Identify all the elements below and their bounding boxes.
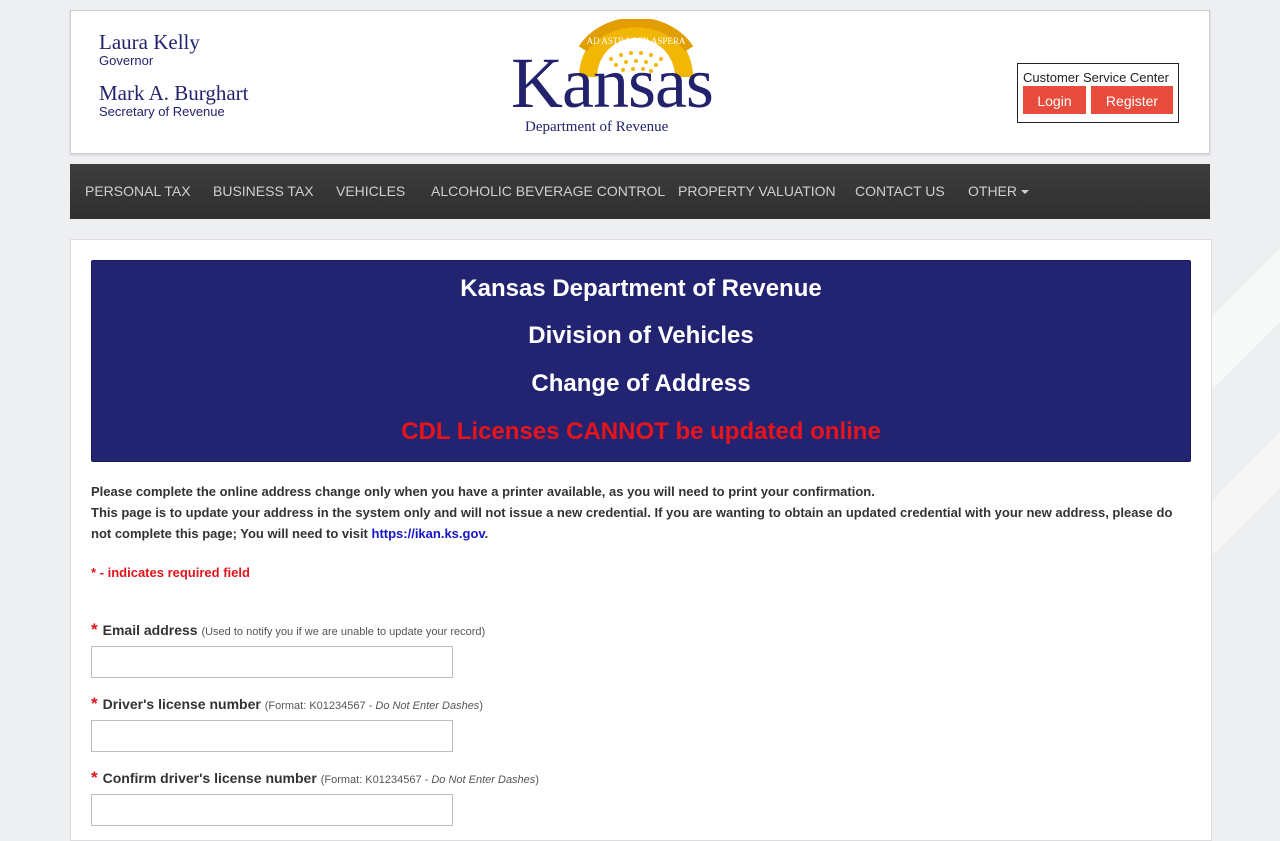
confirm-license-number-field[interactable] [91,794,453,826]
nav-item-vehicles[interactable]: VEHICLES [336,164,405,219]
required-star: * [91,768,98,787]
intro-printer-note: Please complete the online address chang… [91,484,875,499]
main-content: Kansas Department of Revenue Division of… [70,239,1212,841]
main-nav: PERSONAL TAX BUSINESS TAX VEHICLES ALCOH… [70,164,1210,219]
customer-service-box: Customer Service Center Login Register [1017,63,1179,123]
confirm-license-label: * Confirm driver's license number (Format… [91,768,539,788]
logo-department: Department of Revenue [525,119,669,135]
site-header: Laura Kelly Governor Mark A. Burghart Se… [70,10,1210,154]
confirm-license-label-text: Confirm driver's license number [102,770,317,786]
intro-credential-text: This page is to update your address in t… [91,505,1173,541]
email-label-text: Email address [102,622,198,638]
logo-wordmark: Kansas [511,43,714,123]
license-label-text: Driver's license number [102,696,261,712]
nav-item-contact-us[interactable]: CONTACT US [855,164,945,219]
secretary-title: Secretary of Revenue [99,104,225,119]
governor-title: Governor [99,53,154,68]
license-hint: (Format: K01234567 - Do Not Enter Dashes… [264,700,483,712]
license-label: * Driver's license number (Format: K01234… [91,694,483,714]
intro-text: Please complete the online address chang… [91,481,1181,544]
register-button[interactable]: Register [1091,86,1173,114]
email-hint: (Used to notify you if we are unable to … [201,626,486,638]
nav-item-alcoholic-beverage-control[interactable]: ALCOHOLIC BEVERAGE CONTROL [431,164,665,219]
nav-item-other[interactable]: OTHER [968,164,1029,219]
ikan-link[interactable]: https://ikan.ks.gov [372,526,485,541]
nav-item-property-valuation[interactable]: PROPERTY VALUATION [678,164,836,219]
kansas-dor-logo[interactable]: AD ASTRA PER ASPERA Kansas Department of… [509,19,714,141]
secretary-name: Mark A. Burghart [99,81,249,105]
caret-down-icon [1021,190,1029,195]
email-label: * Email address (Used to notify you if we… [91,620,485,640]
confirm-license-hint: (Format: K01234567 - Do Not Enter Dashes… [320,774,539,786]
page-banner: Kansas Department of Revenue Division of… [91,260,1191,462]
intro-credential-note: This page is to update your address in t… [91,502,1181,544]
license-number-field[interactable] [91,720,453,752]
login-button[interactable]: Login [1023,86,1086,114]
required-field-note: * - indicates required field [91,565,250,580]
intro-credential-end: . [484,526,489,541]
required-star: * [91,694,98,713]
customer-service-label: Customer Service Center [1023,70,1169,85]
nav-item-personal-tax[interactable]: PERSONAL TAX [85,164,191,219]
banner-cdl-warning: CDL Licenses CANNOT be updated online [401,418,881,445]
required-star: * [91,620,98,639]
banner-division: Division of Vehicles [528,322,754,349]
governor-name: Laura Kelly [99,30,200,54]
nav-item-business-tax[interactable]: BUSINESS TAX [213,164,314,219]
email-field[interactable] [91,646,453,678]
nav-item-other-label: OTHER [968,183,1017,199]
banner-page-title: Change of Address [531,370,751,397]
officials-block: Laura Kelly Governor Mark A. Burghart Se… [99,31,249,119]
banner-title: Kansas Department of Revenue [460,275,822,302]
